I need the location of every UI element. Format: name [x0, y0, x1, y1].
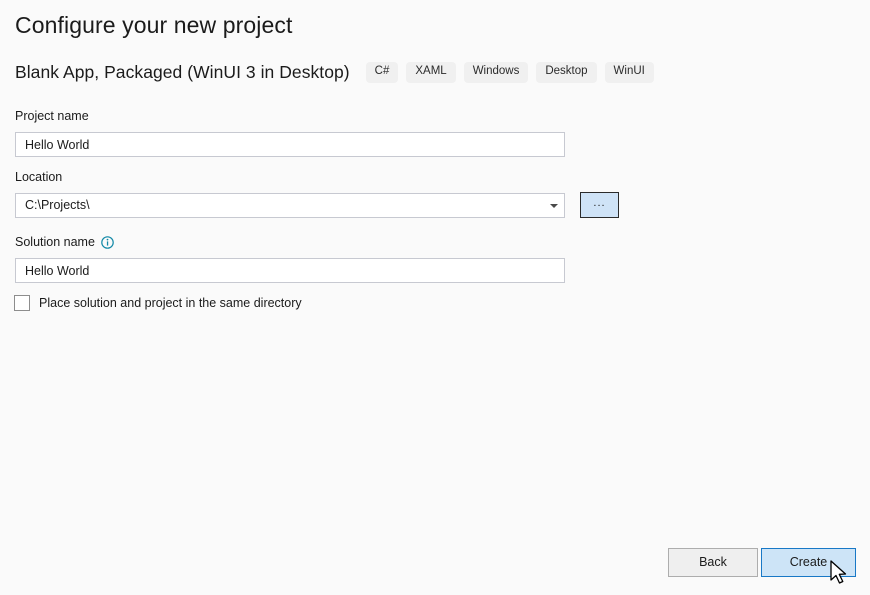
page-title: Configure your new project [15, 12, 292, 39]
template-tag-list: C# XAML Windows Desktop WinUI [366, 62, 654, 83]
template-tag: Windows [464, 62, 529, 83]
chevron-down-icon[interactable] [544, 194, 564, 217]
location-label: Location [15, 171, 62, 184]
dialog-footer: Back Create [0, 548, 870, 578]
location-combobox[interactable]: C:\Projects\ [15, 193, 565, 218]
location-value: C:\Projects\ [16, 199, 544, 212]
browse-location-button[interactable]: ... [580, 192, 619, 218]
solution-name-label-text: Solution name [15, 236, 95, 249]
same-directory-checkbox[interactable] [14, 295, 30, 311]
template-tag: C# [366, 62, 399, 83]
project-name-label: Project name [15, 110, 89, 123]
create-button[interactable]: Create [761, 548, 856, 577]
template-summary: Blank App, Packaged (WinUI 3 in Desktop)… [15, 62, 654, 83]
same-directory-checkbox-row[interactable]: Place solution and project in the same d… [14, 295, 302, 311]
project-name-input[interactable] [15, 132, 565, 157]
info-circle-icon[interactable] [101, 236, 114, 249]
project-name-label-text: Project name [15, 110, 89, 123]
solution-name-label: Solution name [15, 236, 114, 249]
template-name: Blank App, Packaged (WinUI 3 in Desktop) [15, 62, 350, 83]
template-tag: WinUI [605, 62, 654, 83]
template-tag: Desktop [536, 62, 596, 83]
back-button[interactable]: Back [668, 548, 758, 577]
template-tag: XAML [406, 62, 455, 83]
configure-project-dialog: Configure your new project Blank App, Pa… [0, 0, 870, 595]
location-label-text: Location [15, 171, 62, 184]
solution-name-input[interactable] [15, 258, 565, 283]
same-directory-label: Place solution and project in the same d… [39, 297, 302, 310]
